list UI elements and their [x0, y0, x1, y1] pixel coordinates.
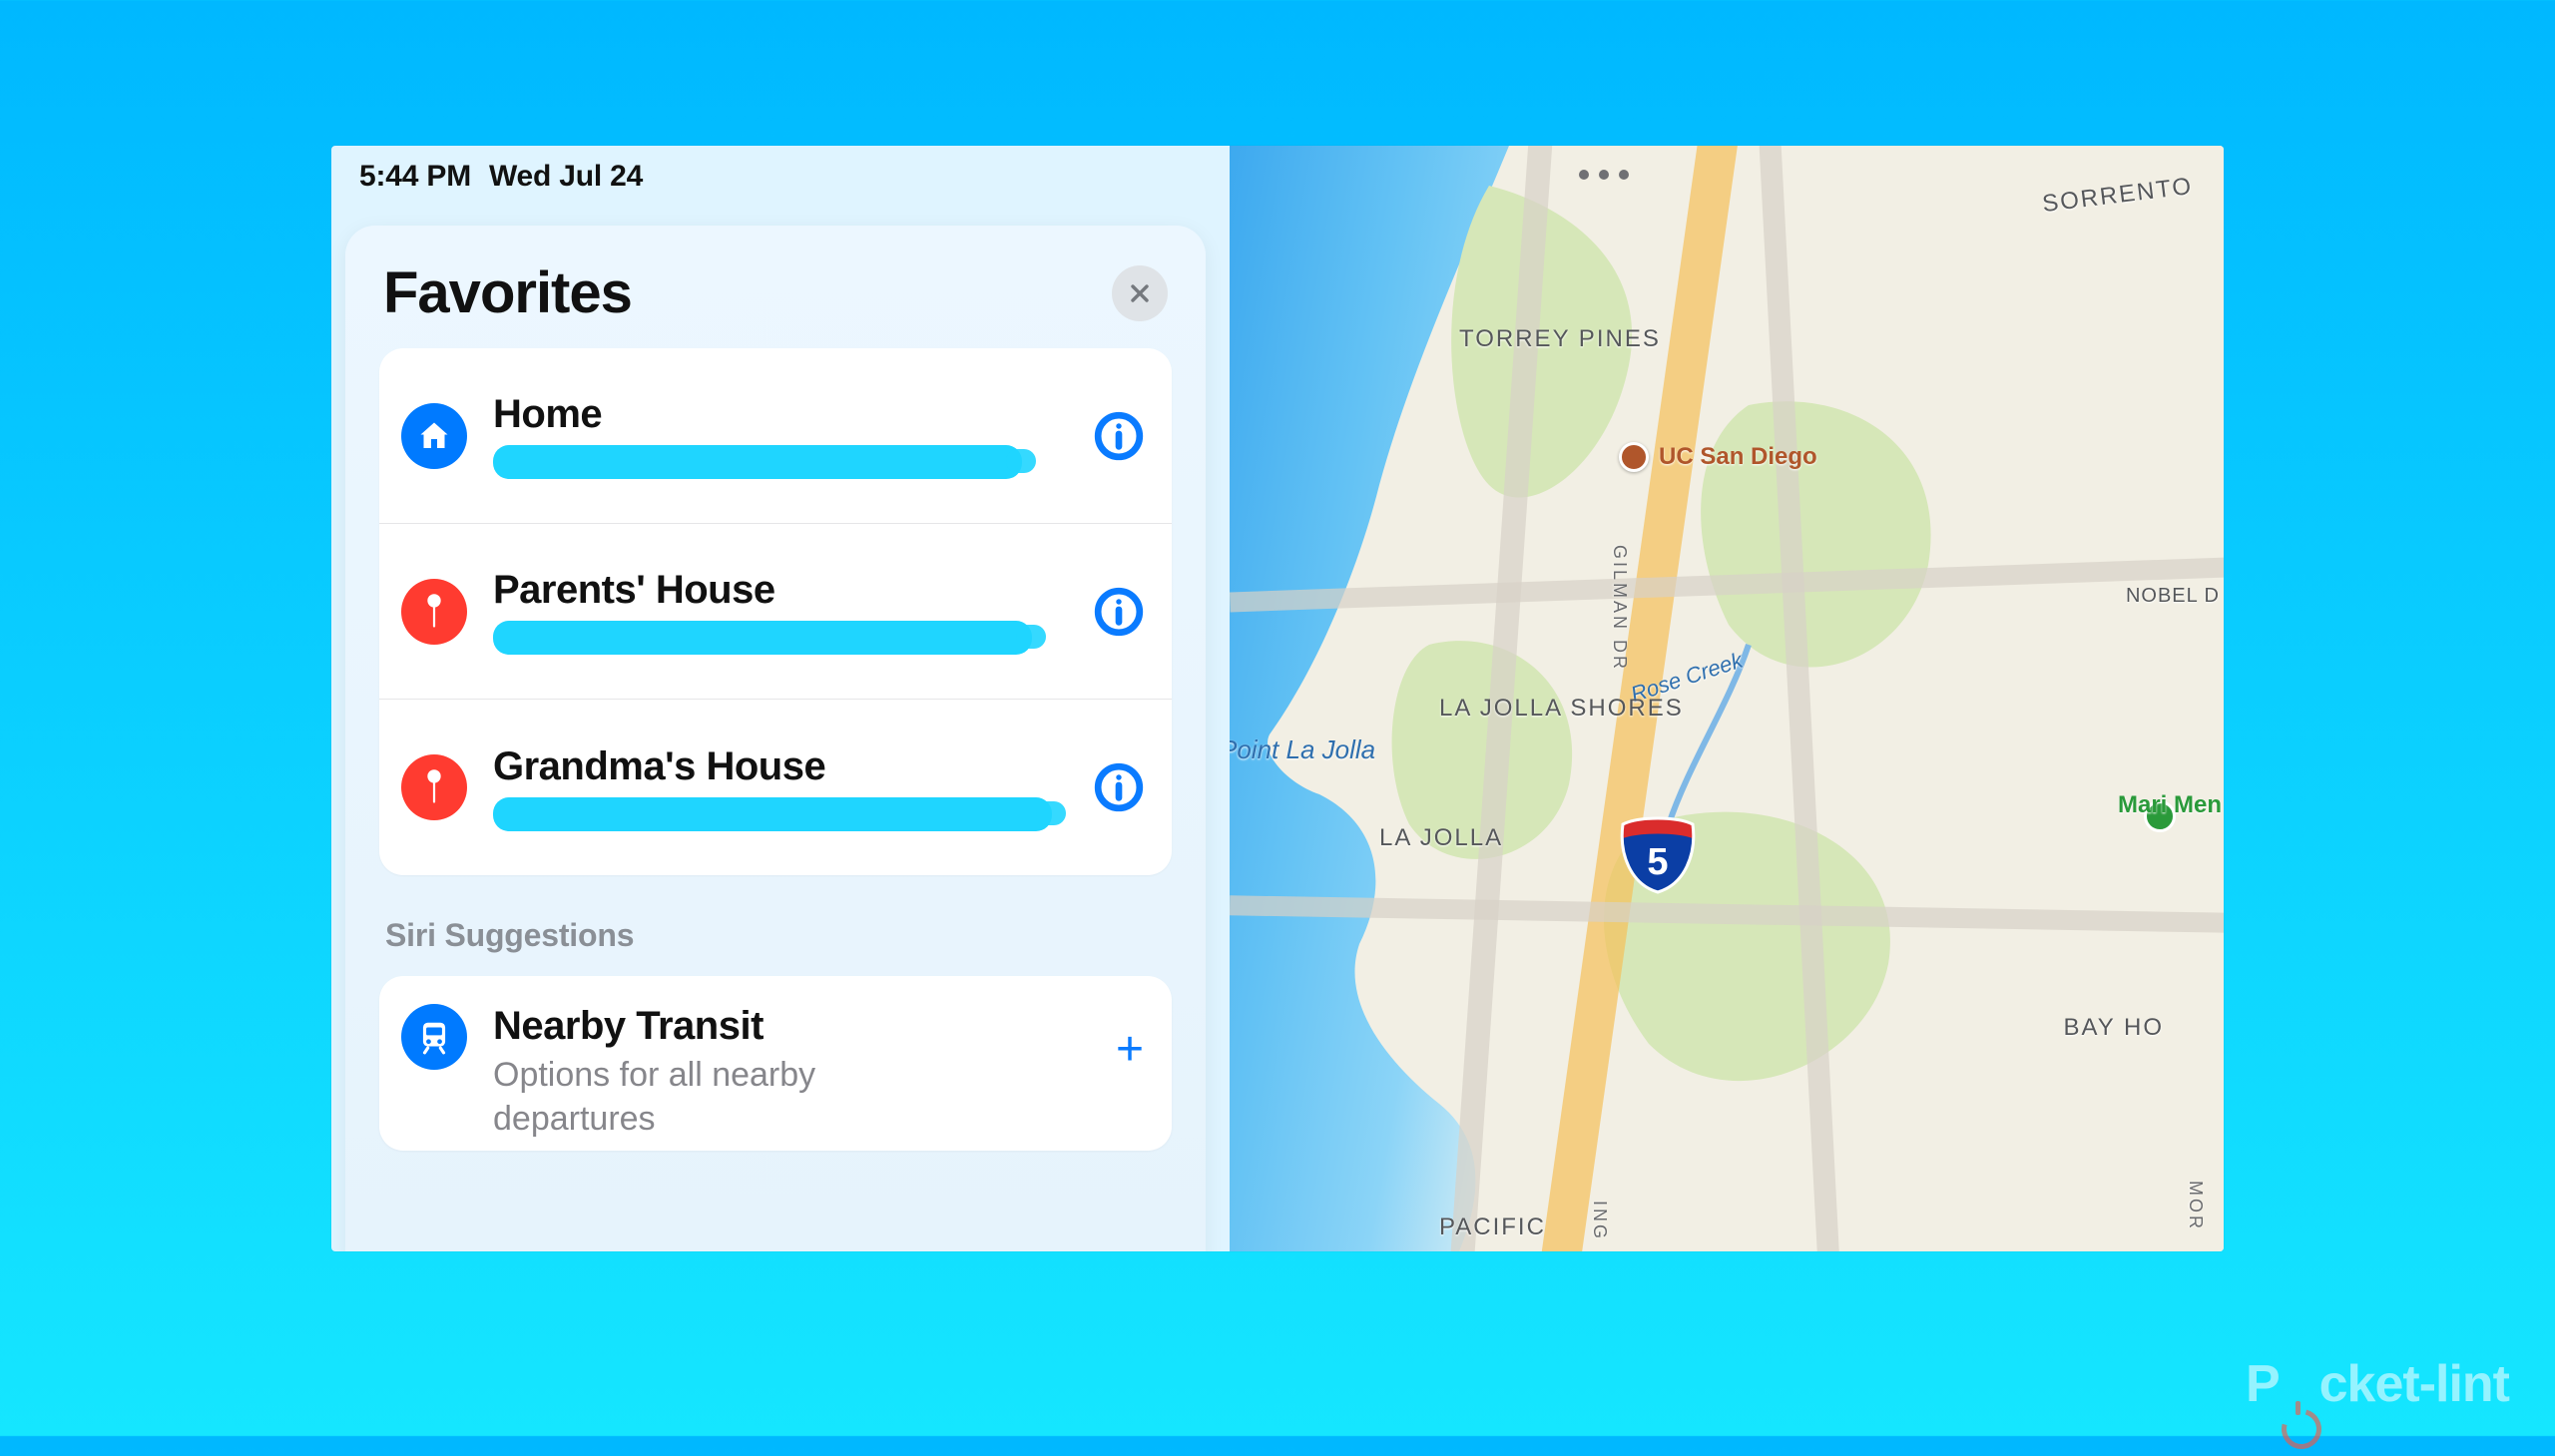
poi-dot-ucsd[interactable] — [1619, 442, 1649, 472]
suggestion-title: Nearby Transit — [493, 1004, 912, 1049]
watermark: Pcket-lint — [2246, 1354, 2509, 1414]
map-label-lajolla-shores: LA JOLLA SHORES — [1439, 695, 1684, 724]
favorite-label: Grandma's House — [493, 744, 1068, 789]
coastline — [1230, 146, 2224, 1251]
pin-icon — [401, 579, 467, 645]
map-label-ingraham: ING — [1589, 1201, 1610, 1241]
road-generic — [1230, 558, 2224, 613]
status-date: Wed Jul 24 — [489, 160, 643, 194]
app-window: 5:44 PM Wed Jul 24 Favorites Home — [331, 146, 2224, 1251]
info-icon — [1094, 587, 1144, 637]
map-label-torrey: TORREY PINES — [1459, 325, 1661, 353]
redacted-address — [493, 797, 1052, 831]
favorites-list: Home Parents' House — [379, 348, 1172, 875]
section-label-siri: Siri Suggestions — [379, 875, 1172, 976]
status-bar: 5:44 PM Wed Jul 24 — [359, 160, 643, 194]
road-generic — [1758, 146, 1842, 1251]
map-label-nobel: NOBEL D — [2126, 585, 2220, 608]
suggestion-text: Nearby Transit Options for all nearby de… — [493, 1004, 912, 1141]
favorite-label: Home — [493, 392, 1068, 437]
map-canvas[interactable]: SORRENTO TORREY PINES UC San Diego NOBEL… — [1230, 146, 2224, 1251]
info-icon — [1094, 762, 1144, 812]
close-icon — [1128, 281, 1152, 305]
favorite-text: Parents' House — [493, 568, 1068, 655]
road-generic — [1230, 895, 2224, 932]
map-label-lajolla: LA JOLLA — [1379, 824, 1503, 852]
map-label-marian: Mari Men — [2118, 792, 2222, 818]
favorite-label: Parents' House — [493, 568, 1068, 613]
map-options-button[interactable] — [1579, 170, 1629, 180]
info-button[interactable] — [1094, 411, 1144, 461]
map-label-morena: MOR — [2185, 1181, 2206, 1231]
redacted-address — [493, 445, 1022, 479]
map-label-bayho: BAY HO — [2064, 1014, 2164, 1042]
transit-icon — [401, 1004, 467, 1070]
home-icon — [401, 403, 467, 469]
add-suggestion-button[interactable]: + — [1116, 1022, 1144, 1077]
info-button[interactable] — [1094, 762, 1144, 812]
suggestion-row-transit[interactable]: Nearby Transit Options for all nearby de… — [379, 976, 1172, 1151]
panel-title: Favorites — [383, 259, 632, 326]
pin-icon — [401, 754, 467, 820]
interstate-number: 5 — [1647, 841, 1668, 883]
favorite-text: Home — [493, 392, 1068, 479]
interstate-shield: 5 — [1619, 814, 1697, 894]
status-time: 5:44 PM — [359, 160, 471, 194]
favorite-text: Grandma's House — [493, 744, 1068, 831]
suggestion-card: Nearby Transit Options for all nearby de… — [379, 976, 1172, 1151]
redacted-address — [493, 621, 1032, 655]
close-button[interactable] — [1112, 265, 1168, 321]
favorite-row-home[interactable]: Home — [379, 348, 1172, 524]
favorite-row-parents[interactable]: Parents' House — [379, 524, 1172, 700]
map-label-pacific: PACIFIC — [1439, 1213, 1546, 1241]
favorites-panel: Favorites Home — [345, 226, 1206, 1251]
map-label-ucsd: UC San Diego — [1659, 443, 1817, 471]
map-label-sorrento: SORRENTO — [2041, 173, 2195, 219]
panel-header: Favorites — [379, 253, 1172, 348]
info-icon — [1094, 411, 1144, 461]
suggestion-subtitle: Options for all nearby departures — [493, 1053, 912, 1141]
map-label-gilman: GILMAN DR — [1609, 545, 1630, 672]
info-button[interactable] — [1094, 587, 1144, 637]
favorite-row-grandma[interactable]: Grandma's House — [379, 700, 1172, 875]
map-label-point-la-jolla: Point La Jolla — [1230, 734, 1375, 765]
